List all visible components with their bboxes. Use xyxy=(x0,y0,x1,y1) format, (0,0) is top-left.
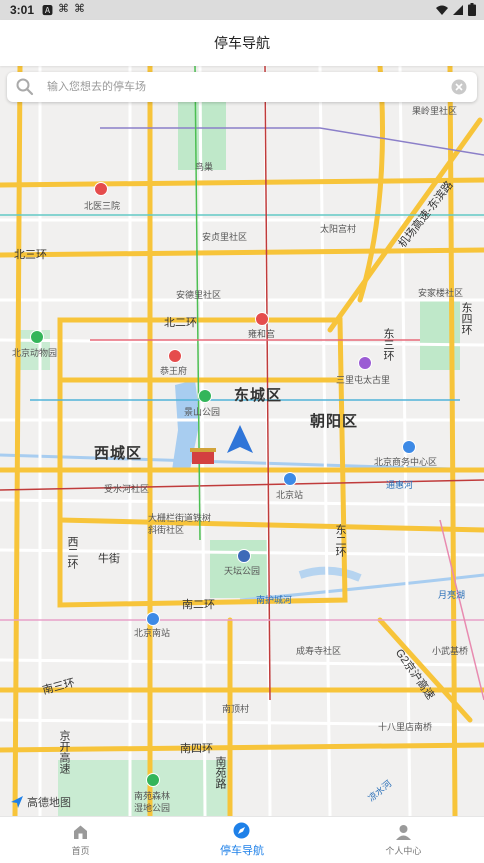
hospital-poi-icon[interactable] xyxy=(94,182,108,196)
map-label: 太阳宫村 xyxy=(320,224,357,234)
battery-icon xyxy=(468,3,476,16)
map-label: 安德里社区 xyxy=(176,290,222,300)
search-bar[interactable] xyxy=(7,72,477,102)
tab-profile[interactable]: 个人中心 xyxy=(323,817,484,863)
map-label: 牛街 xyxy=(98,553,120,565)
map-label: 南苑森林湿地公园 xyxy=(134,791,171,813)
map-label: 南护城河 xyxy=(256,595,293,605)
map-label: 南四环 xyxy=(180,743,213,755)
map-label: 北京南站 xyxy=(134,628,171,638)
notification-app-icon-2: ⌘ xyxy=(74,3,86,15)
map-attribution-text: 高德地图 xyxy=(27,797,71,809)
map-label: 东二环 xyxy=(334,524,346,557)
tab-home[interactable]: 首页 xyxy=(0,817,161,863)
tab-home-label: 首页 xyxy=(71,845,90,856)
map-label: 北京站 xyxy=(276,490,304,500)
map-label: 三里屯太古里 xyxy=(336,375,391,385)
current-location-arrow xyxy=(227,425,253,453)
map-label: 十八里店南桥 xyxy=(378,722,433,732)
map-label: 景山公园 xyxy=(184,407,221,417)
search-input[interactable] xyxy=(45,80,451,94)
map-label: 东三环 xyxy=(382,328,394,361)
bottom-tab-bar: 首页 停车导航 个人中心 xyxy=(0,816,484,863)
map-label: 安贞里社区 xyxy=(202,232,248,242)
map-label: 南顶村 xyxy=(222,704,250,714)
zoo-poi-icon[interactable] xyxy=(30,330,44,344)
page-title-bar: 停车导航 xyxy=(0,20,484,66)
map-label: 恭王府 xyxy=(160,366,188,376)
search-icon xyxy=(16,78,34,96)
map-label: 通惠河 xyxy=(386,480,414,490)
map-label: 西二环 xyxy=(66,536,78,569)
notification-app-icon: ⌘ xyxy=(58,3,70,15)
page-title: 停车导航 xyxy=(214,35,270,51)
map-label: 受水河社区 xyxy=(104,484,150,494)
status-bar: 3:01 🅰 ⌘ ⌘ xyxy=(0,0,484,20)
shopping-poi-icon[interactable] xyxy=(358,356,372,370)
user-icon xyxy=(395,824,411,840)
map-label: 东四环 xyxy=(460,302,472,335)
park-poi-icon[interactable] xyxy=(198,389,212,403)
map-attribution: 高德地图 xyxy=(10,794,71,810)
map-label: 北京动物园 xyxy=(12,348,58,358)
map-label: 北医三院 xyxy=(84,201,121,211)
map-label: 小武基桥 xyxy=(432,646,469,656)
notification-a-icon: 🅰 xyxy=(42,5,54,17)
temple-poi-icon[interactable] xyxy=(255,312,269,326)
map-label: 北三环 xyxy=(14,249,47,261)
wifi-icon xyxy=(436,5,448,15)
cbd-poi-icon[interactable] xyxy=(402,440,416,454)
map-label: 南二环 xyxy=(182,599,215,611)
compass-icon xyxy=(233,822,250,839)
status-time: 3:01 xyxy=(10,3,35,17)
map-label: 果岭里社区 xyxy=(412,106,458,116)
district-label: 朝阳区 xyxy=(310,413,359,430)
district-label: 西城区 xyxy=(94,445,143,462)
map-view[interactable]: 鸟巢 果岭里社区 北医三院 安贞里社区 太阳宫村 机场高速-东滨路 北三环 安德… xyxy=(0,66,484,816)
tab-profile-label: 个人中心 xyxy=(385,845,422,856)
home-icon xyxy=(74,825,88,839)
map-label: 南苑路 xyxy=(214,756,226,789)
tab-parking-navigation[interactable]: 停车导航 xyxy=(161,817,322,863)
tab-parking-navigation-label: 停车导航 xyxy=(219,845,264,857)
map-label: 大栅栏街道铁树斜街社区 xyxy=(148,513,212,535)
tiantan-poi-icon[interactable] xyxy=(237,549,251,563)
map-label: 天坛公园 xyxy=(224,566,261,576)
district-label: 东城区 xyxy=(234,387,283,404)
map-label: 成寿寺社区 xyxy=(296,646,342,656)
clear-icon[interactable] xyxy=(451,79,467,95)
map-label: 雍和宫 xyxy=(248,329,276,339)
map-label: 北二环 xyxy=(164,317,197,329)
map-label: 月亮湖 xyxy=(438,590,466,600)
station-poi-icon-south[interactable] xyxy=(146,612,160,626)
map-label: 北京商务中心区 xyxy=(374,457,438,467)
map-label: 安家楼社区 xyxy=(418,288,464,298)
palace-poi-icon[interactable] xyxy=(168,349,182,363)
nanyuan-park-poi-icon[interactable] xyxy=(146,773,160,787)
amap-logo-icon xyxy=(11,796,23,808)
signal-icon xyxy=(453,4,463,15)
canal xyxy=(298,566,362,582)
map-label: 京开高速 xyxy=(58,730,70,774)
station-poi-icon[interactable] xyxy=(283,472,297,486)
map-label: 鸟巢 xyxy=(195,162,214,172)
